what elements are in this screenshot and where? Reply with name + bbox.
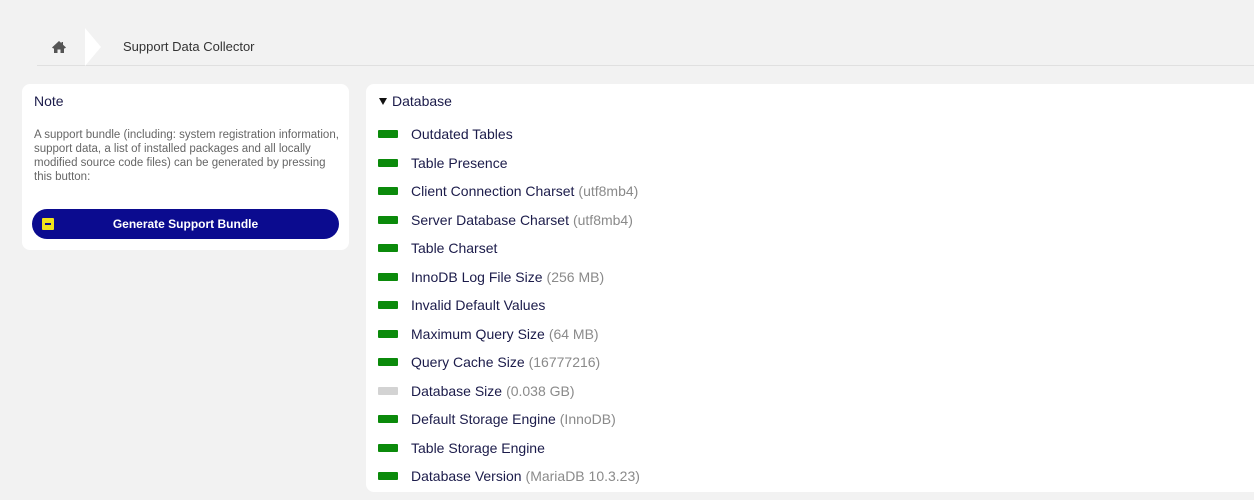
- check-label: Client Connection Charset: [411, 183, 575, 200]
- check-list: Outdated Tables Table Presence Client Conn…: [378, 120, 640, 491]
- breadcrumb-current: Support Data Collector: [123, 39, 255, 54]
- status-indicator: [378, 158, 398, 167]
- generate-support-bundle-button[interactable]: Generate Support Bundle: [32, 209, 339, 239]
- list-item: Database Version (MariaDB 10.3.23): [378, 462, 640, 491]
- status-indicator: [378, 130, 398, 139]
- list-item: Database Size (0.038 GB): [378, 377, 640, 406]
- check-label: Default Storage Engine: [411, 411, 556, 428]
- check-value: (16777216): [528, 354, 601, 371]
- check-label: Table Charset: [411, 240, 498, 257]
- check-label: Table Storage Engine: [411, 439, 545, 456]
- list-item: Table Charset: [378, 234, 640, 263]
- check-label: InnoDB Log File Size: [411, 268, 543, 285]
- check-label: Invalid Default Values: [411, 297, 546, 314]
- list-item: Table Storage Engine: [378, 434, 640, 463]
- list-item: Query Cache Size (16777216): [378, 348, 640, 377]
- status-indicator: [378, 415, 398, 424]
- check-value: (256 MB): [546, 268, 605, 285]
- breadcrumb-home[interactable]: [37, 27, 101, 66]
- status-indicator: [378, 329, 398, 338]
- section-title: Database: [392, 93, 452, 109]
- archive-box-icon: [42, 218, 54, 230]
- note-panel: Note A support bundle (including: system…: [22, 84, 349, 250]
- check-value: (MariaDB 10.3.23): [525, 468, 640, 485]
- list-item: Client Connection Charset (utf8mb4): [378, 177, 640, 206]
- status-indicator: [378, 272, 398, 281]
- caret-down-icon: [379, 97, 387, 105]
- status-indicator: [378, 472, 398, 481]
- check-value: (utf8mb4): [572, 211, 633, 228]
- status-indicator: [378, 301, 398, 310]
- list-item: Server Database Charset (utf8mb4): [378, 206, 640, 235]
- check-value: (InnoDB): [559, 411, 616, 428]
- breadcrumb: Support Data Collector: [37, 27, 1254, 66]
- home-icon: [52, 40, 66, 53]
- check-label: Server Database Charset: [411, 211, 569, 228]
- check-label: Query Cache Size: [411, 354, 525, 371]
- section-toggle-database[interactable]: Database: [379, 93, 452, 109]
- generate-support-bundle-label: Generate Support Bundle: [112, 217, 259, 231]
- note-text: A support bundle (including: system regi…: [34, 129, 339, 183]
- status-indicator: [378, 443, 398, 452]
- check-value: (64 MB): [548, 325, 599, 342]
- list-item: Invalid Default Values: [378, 291, 640, 320]
- check-label: Outdated Tables: [411, 126, 513, 143]
- support-data-panel: Database Outdated Tables Table Presence Cl…: [366, 84, 1254, 492]
- list-item: InnoDB Log File Size (256 MB): [378, 263, 640, 292]
- check-label: Database Size: [411, 382, 503, 399]
- status-indicator: [378, 358, 398, 367]
- status-indicator: [378, 187, 398, 196]
- list-item: Outdated Tables: [378, 120, 640, 149]
- breadcrumb-separator: [85, 27, 101, 66]
- list-item: Table Presence: [378, 149, 640, 178]
- list-item: Maximum Query Size (64 MB): [378, 320, 640, 349]
- check-value: (utf8mb4): [578, 183, 639, 200]
- status-indicator: [378, 386, 398, 395]
- check-label: Table Presence: [411, 154, 508, 171]
- check-label: Maximum Query Size: [411, 325, 545, 342]
- status-indicator: [378, 244, 398, 253]
- status-indicator: [378, 215, 398, 224]
- note-title: Note: [34, 93, 64, 109]
- list-item: Default Storage Engine (InnoDB): [378, 405, 640, 434]
- check-label: Database Version: [411, 468, 522, 485]
- check-value: (0.038 GB): [506, 382, 575, 399]
